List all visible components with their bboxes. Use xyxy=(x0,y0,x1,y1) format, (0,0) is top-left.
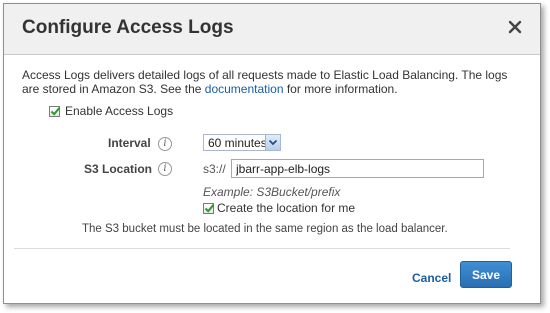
dialog-title: Configure Access Logs xyxy=(22,17,234,38)
save-button[interactable]: Save xyxy=(460,261,512,288)
enable-access-logs-label: Enable Access Logs xyxy=(65,104,174,118)
s3-location-input[interactable] xyxy=(231,159,484,178)
configure-access-logs-dialog: Configure Access Logs Access Logs delive… xyxy=(3,3,541,304)
cancel-button[interactable]: Cancel xyxy=(412,271,451,285)
info-icon[interactable]: i xyxy=(158,162,172,176)
checkmark-icon xyxy=(204,204,215,213)
dialog-header: Configure Access Logs xyxy=(4,4,540,55)
documentation-link[interactable]: documentation xyxy=(205,82,284,96)
create-location-checkbox[interactable] xyxy=(203,203,215,214)
interval-select[interactable]: 60 minutes xyxy=(203,134,281,151)
checkmark-icon xyxy=(50,107,61,116)
footer-divider xyxy=(14,248,510,249)
chevron-down-icon xyxy=(265,135,280,150)
s3-location-label: S3 Location xyxy=(84,162,153,176)
info-icon[interactable]: i xyxy=(158,137,172,151)
dialog-description: Access Logs delivers detailed logs of al… xyxy=(22,68,508,96)
region-note: The S3 bucket must be located in the sam… xyxy=(82,223,448,235)
s3-location-example: Example: S3Bucket/prefix xyxy=(203,185,341,199)
create-location-label: Create the location for me xyxy=(217,201,356,215)
interval-label: Interval xyxy=(108,136,151,150)
s3-prefix-label: s3:// xyxy=(203,162,226,176)
enable-access-logs-checkbox[interactable] xyxy=(49,106,61,117)
close-icon[interactable] xyxy=(504,16,526,38)
